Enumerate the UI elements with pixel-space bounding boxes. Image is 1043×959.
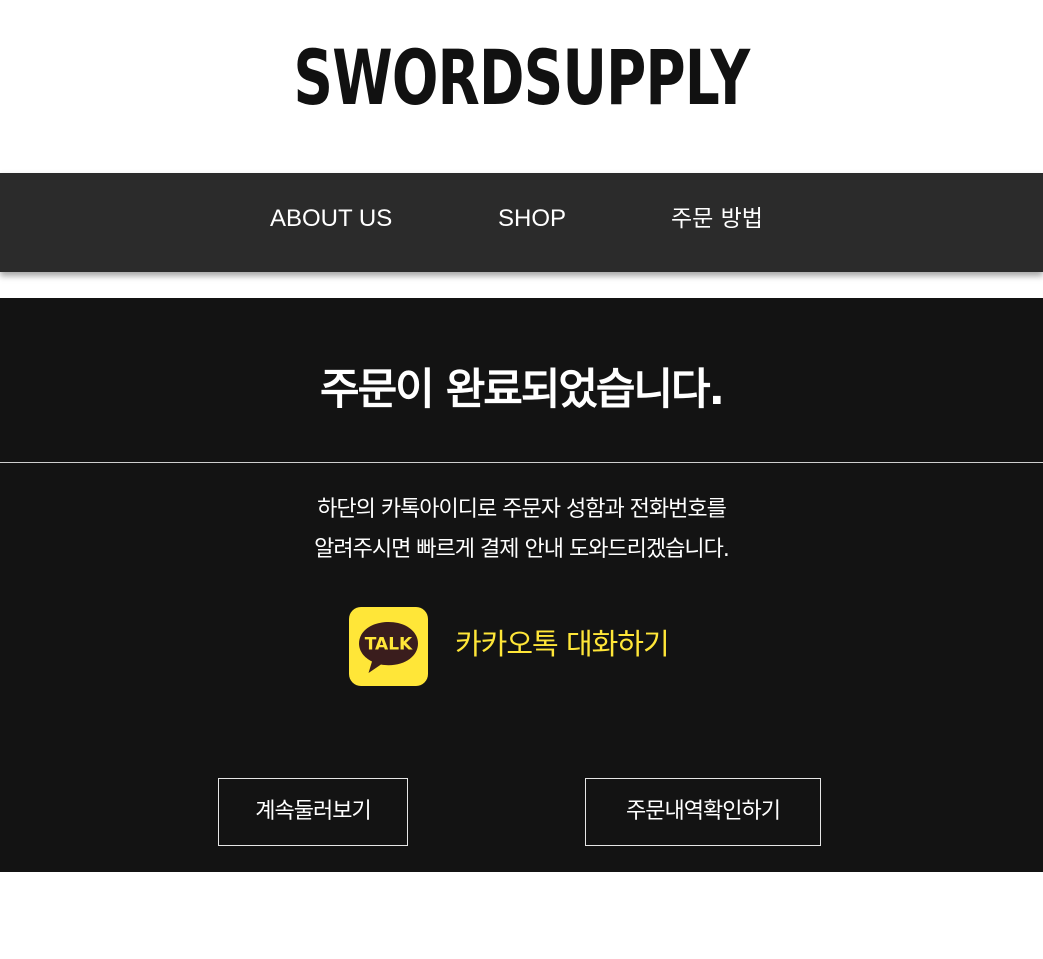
kakao-talk-text: TALK <box>365 635 413 655</box>
instructions-line-1: 하단의 카톡아이디로 주문자 성함과 전화번호를 <box>317 497 727 522</box>
nav-item-how-to-order[interactable]: 주문 방법 <box>671 202 763 236</box>
order-instructions: 하단의 카톡아이디로 주문자 성함과 전화번호를 알려주시면 빠르게 결제 안내… <box>0 490 1043 570</box>
kakaotalk-icon: TALK <box>349 607 428 686</box>
site-logo[interactable]: SWORDSUPPLY <box>146 32 897 124</box>
kakao-chat-link[interactable]: TALK 카카오톡 대화하기 <box>349 607 709 687</box>
main-nav: ABOUT US SHOP 주문 방법 <box>0 173 1043 272</box>
site-header: SWORDSUPPLY <box>0 0 1043 173</box>
page-bottom-space <box>0 872 1043 959</box>
nav-item-shop[interactable]: SHOP <box>498 202 566 236</box>
order-complete-section: 주문이 완료되었습니다. 하단의 카톡아이디로 주문자 성함과 전화번호를 알려… <box>0 298 1043 872</box>
divider <box>0 462 1043 463</box>
page-title: 주문이 완료되었습니다. <box>320 365 725 415</box>
continue-shopping-button[interactable]: 계속둘러보기 <box>218 778 408 846</box>
order-history-button[interactable]: 주문내역확인하기 <box>585 778 821 846</box>
instructions-line-2: 알려주시면 빠르게 결제 안내 도와드리겠습니다. <box>314 537 730 562</box>
kakao-chat-label: 카카오톡 대화하기 <box>455 627 670 661</box>
nav-item-about-us[interactable]: ABOUT US <box>270 202 392 236</box>
